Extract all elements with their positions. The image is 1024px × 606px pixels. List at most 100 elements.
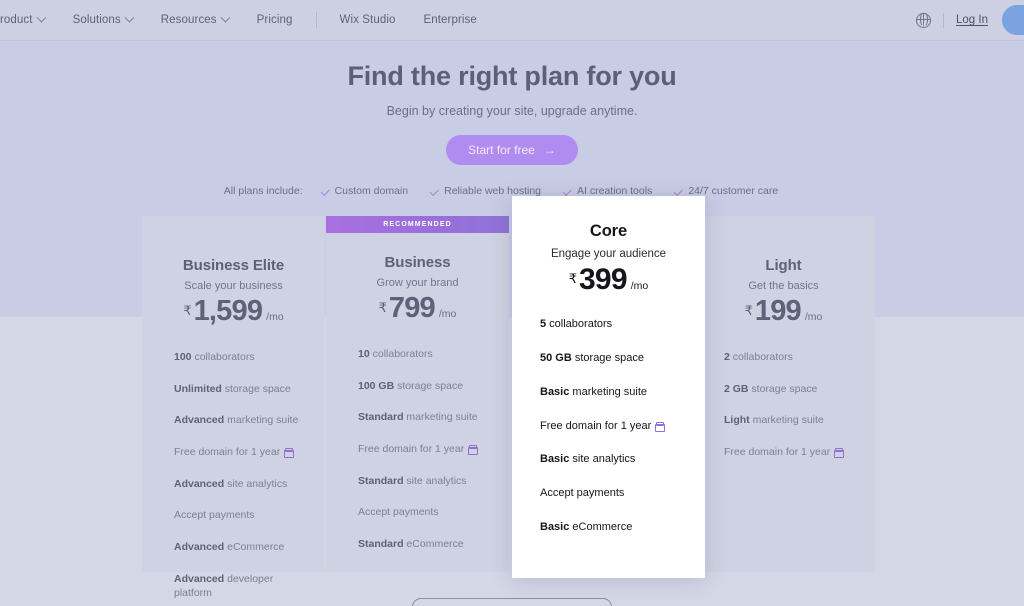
- get-started-button[interactable]: [1002, 5, 1024, 35]
- page-title: Find the right plan for you: [347, 61, 677, 91]
- plan-feature-item: 50 GB storage space: [528, 351, 689, 366]
- feature-text: marketing suite: [224, 414, 299, 427]
- feature-text: Free domain for 1 year: [358, 443, 465, 456]
- feature-text: marketing suite: [403, 411, 478, 424]
- feature-text: Free domain for 1 year: [724, 446, 831, 459]
- nav-item-label: Solutions: [72, 14, 121, 26]
- feature-text: eCommerce: [224, 541, 285, 554]
- feature-emphasis: 10: [358, 348, 370, 360]
- plan-feature-item: Light marketing suite: [706, 413, 861, 427]
- plan-period: /mo: [804, 311, 823, 323]
- plan-tagline: Grow your brand: [376, 277, 459, 289]
- nav-item-solutions[interactable]: Solutions: [59, 12, 147, 26]
- plan-feature-item: Advanced site analytics: [156, 477, 311, 491]
- plan-feature-item: Unlimited storage space: [156, 382, 311, 396]
- nav-item-resources[interactable]: Resources: [147, 12, 243, 26]
- feature-text: Accept payments: [540, 487, 625, 500]
- feature-emphasis: Advanced: [174, 477, 225, 490]
- nav-item-label: roduct: [0, 14, 33, 26]
- plan-feature-item: 2 collaborators: [706, 350, 861, 364]
- page-subtitle: Begin by creating your site, upgrade any…: [386, 104, 638, 118]
- feature-text: storage space: [394, 379, 464, 392]
- plan-name: Core: [589, 222, 628, 240]
- plan-card-core[interactable]: Core Engage your audience ₹399/mo 5 collabo…: [512, 196, 705, 576]
- nav-item-label: Enterprise: [423, 14, 477, 26]
- pricing-page: roduct Solutions Resources Pricing Wix Studi…: [0, 0, 1024, 606]
- feature-text: marketing suite: [749, 414, 824, 427]
- feature-text: eCommerce: [569, 521, 633, 534]
- feature-text: collaborators: [729, 351, 793, 363]
- plan-card-business-elite[interactable]: Business Elite Scale your business ₹1,599/…: [142, 216, 325, 599]
- feature-emphasis: Unlimited: [174, 382, 222, 395]
- currency-symbol: ₹: [183, 303, 192, 318]
- plan-features: 2 collaborators 2 GB storage space Light m…: [706, 350, 861, 459]
- plan-feature-item: Free domain for 1 year: [706, 445, 861, 459]
- feature-text: site analytics: [569, 453, 636, 466]
- plan-feature-item: Basic site analytics: [528, 452, 689, 467]
- cta-label: Start for free: [468, 143, 535, 157]
- plan-name: Light: [765, 257, 802, 274]
- plan-feature-item: Free domain for 1 year: [340, 442, 495, 456]
- plan-feature-item: Standard marketing suite: [340, 410, 495, 424]
- nav-item-label: Resources: [160, 14, 217, 26]
- feature-emphasis: Light: [724, 414, 750, 427]
- chevron-down-icon: [36, 12, 47, 23]
- plan-features: 10 collaborators 100 GB storage space Stan…: [340, 347, 495, 551]
- plan-price-row: ₹1,599/mo: [156, 295, 311, 328]
- hero-section: Find the right plan for you Begin by cre…: [0, 41, 1024, 197]
- currency-symbol: ₹: [378, 300, 387, 315]
- plan-features: 100 collaborators Unlimited storage space…: [156, 350, 311, 600]
- feature-emphasis: Standard: [358, 474, 404, 487]
- plan-name: Business Elite: [182, 257, 285, 274]
- plan-feature-item: 100 GB storage space: [340, 379, 495, 393]
- feature-text: site analytics: [224, 477, 288, 490]
- nav-item-roduct[interactable]: roduct: [0, 12, 59, 26]
- plan-feature-item: Standard eCommerce: [340, 537, 495, 551]
- nav-item-label: Pricing: [256, 14, 293, 26]
- plan-price: 799: [388, 292, 436, 324]
- plan-price-row: ₹399/mo: [528, 263, 689, 297]
- plan-tagline: Scale your business: [184, 280, 283, 292]
- plan-card-business[interactable]: RECOMMENDED Business Grow your brand ₹799/m…: [326, 216, 509, 572]
- feature-emphasis: Advanced: [174, 541, 225, 554]
- plan-feature-item: Free domain for 1 year: [156, 445, 311, 459]
- nav-item-enterprise[interactable]: Enterprise: [409, 14, 490, 26]
- plan-name: Business: [384, 254, 451, 271]
- feature-emphasis: Basic: [540, 453, 570, 466]
- gift-icon: [284, 448, 295, 459]
- plan-feature-item: Standard site analytics: [340, 474, 495, 488]
- plan-feature-item: Accept payments: [340, 505, 495, 519]
- plan-header: Core Engage your audience ₹399/mo: [528, 196, 689, 297]
- nav-item-pricing[interactable]: Pricing: [243, 14, 307, 26]
- check-icon: [429, 186, 439, 196]
- feature-text: marketing suite: [569, 385, 648, 398]
- plan-feature-item: 100 collaborators: [156, 350, 311, 364]
- plan-header: Business Elite Scale your business ₹1,599/…: [156, 216, 311, 328]
- plan-period: /mo: [266, 311, 284, 323]
- pricing-cards: Business Elite Scale your business ₹1,599/…: [0, 196, 1024, 599]
- feature-emphasis: Standard: [358, 538, 404, 551]
- plan-header: Light Get the basics ₹199/mo: [706, 216, 861, 328]
- globe-icon[interactable]: [915, 12, 932, 28]
- nav-item-wix-studio[interactable]: Wix Studio: [326, 14, 410, 26]
- plan-features: 5 collaborators 50 GB storage space Basic …: [528, 317, 689, 535]
- plan-period: /mo: [438, 308, 457, 320]
- feature-text: Accept payments: [174, 509, 255, 522]
- site-header: roduct Solutions Resources Pricing Wix Studi…: [0, 0, 1024, 41]
- currency-symbol: ₹: [568, 271, 578, 286]
- plan-card-light[interactable]: Light Get the basics ₹199/mo 2 collaborator…: [692, 216, 875, 572]
- plan-feature-item: 10 collaborators: [340, 347, 495, 361]
- gift-icon: [468, 445, 479, 456]
- plan-price-row: ₹199/mo: [706, 295, 861, 328]
- chevron-down-icon: [220, 12, 231, 23]
- feature-emphasis: 100 GB: [358, 379, 395, 392]
- feature-text: collaborators: [191, 351, 255, 363]
- start-for-free-button[interactable]: Start for free →: [446, 135, 578, 165]
- login-link[interactable]: Log In: [956, 14, 988, 26]
- header-actions: Log In: [915, 5, 1024, 35]
- cta-wrapper: Start for free →: [0, 135, 1024, 165]
- nav-divider: [315, 12, 317, 28]
- arrow-right-icon: →: [543, 143, 556, 157]
- plan-feature-item: 5 collaborators: [528, 317, 689, 332]
- plan-price: 399: [579, 263, 627, 296]
